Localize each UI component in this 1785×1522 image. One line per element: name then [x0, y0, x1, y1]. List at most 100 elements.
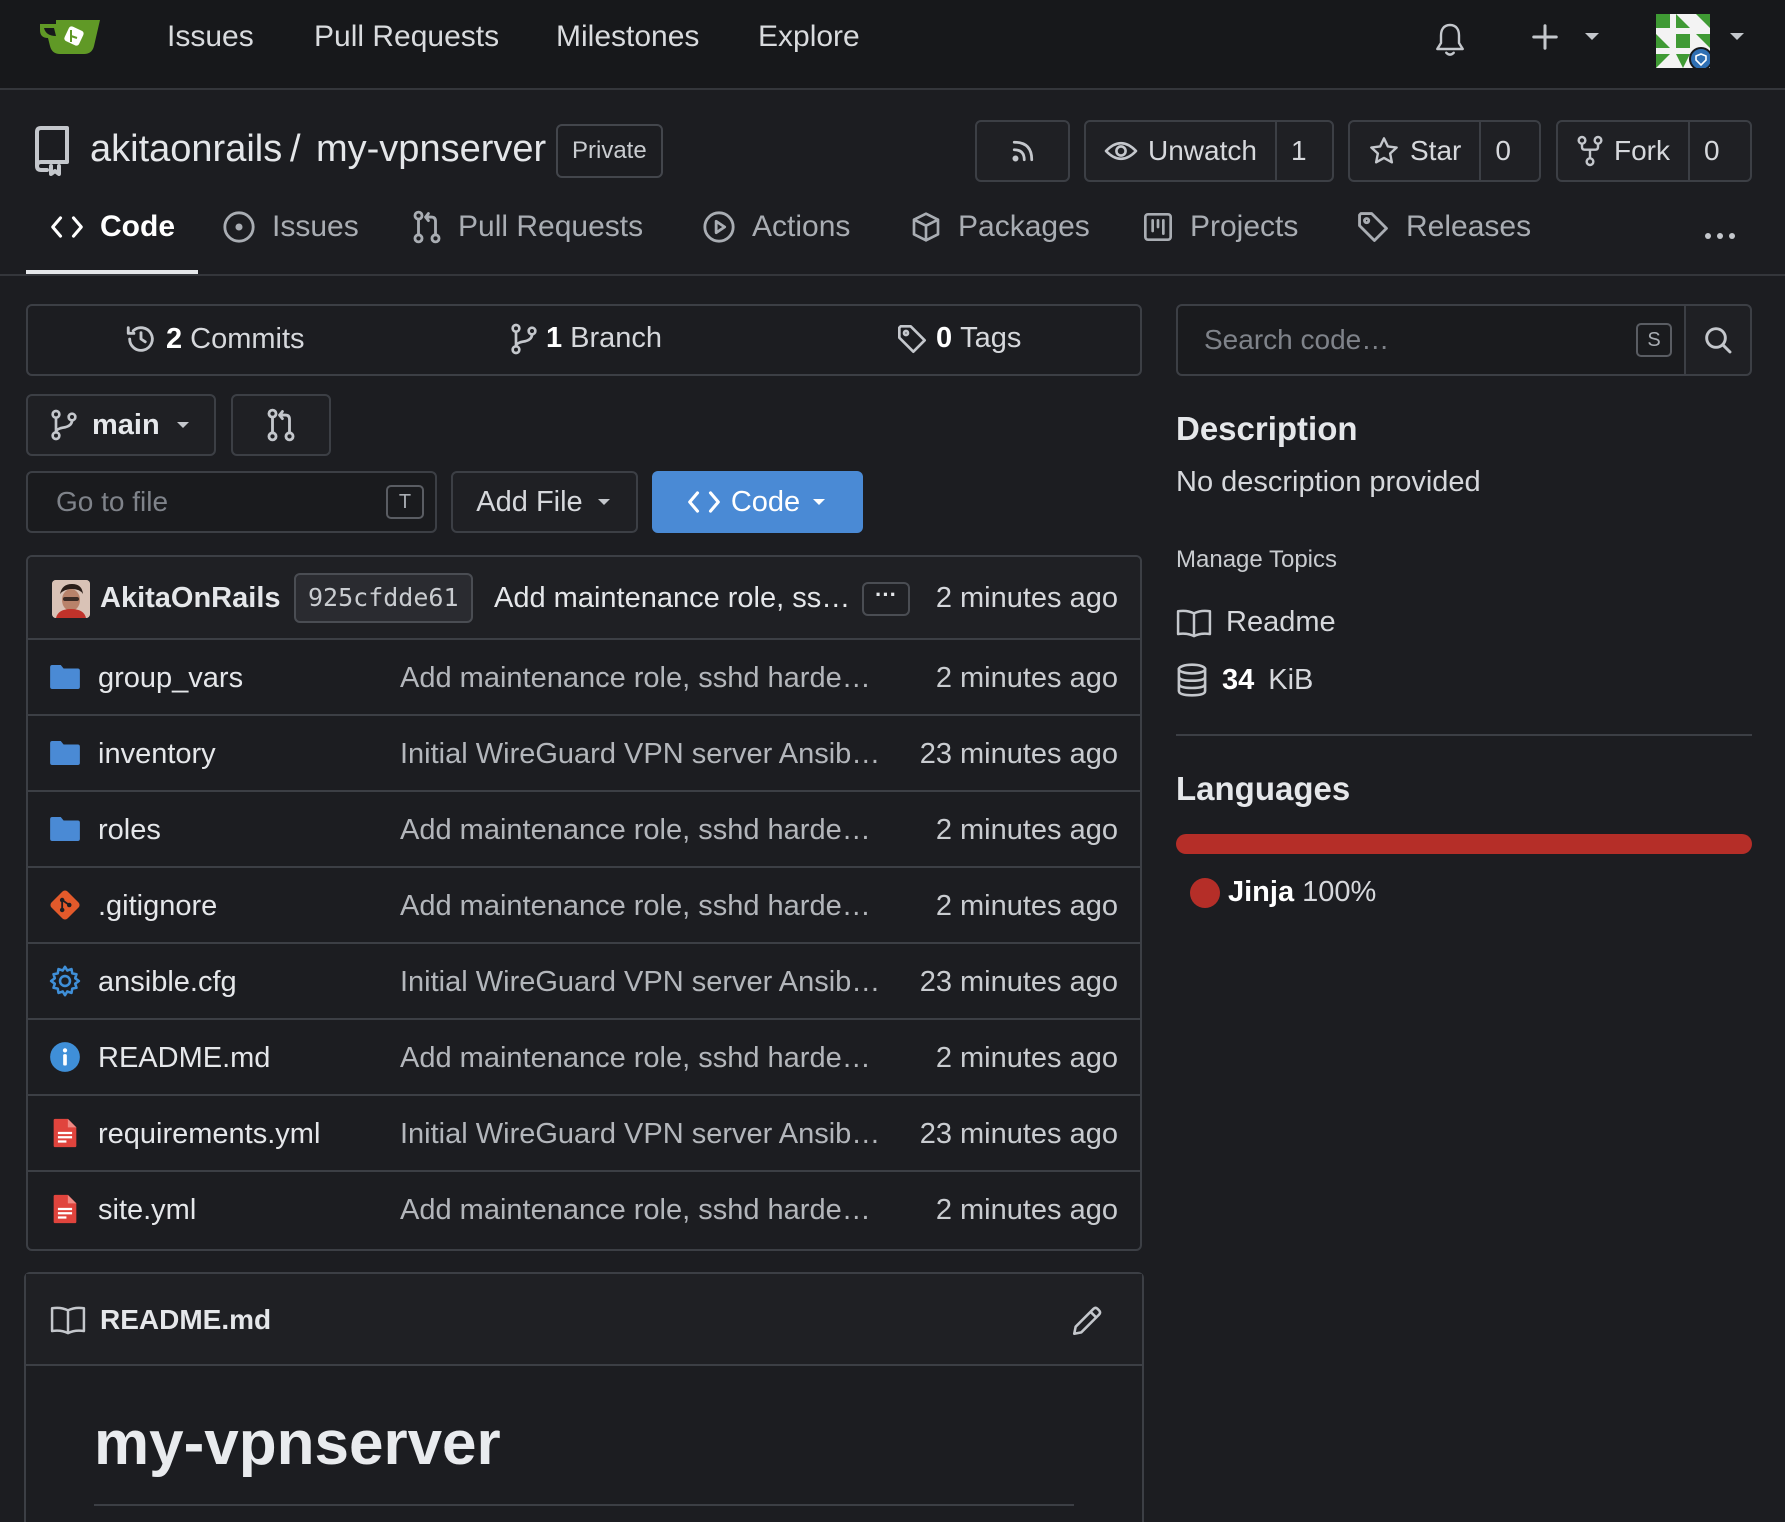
divider [1176, 734, 1752, 736]
repo-size-unit: KiB [1268, 663, 1314, 696]
file-row[interactable]: roles Add maintenance role, sshd harde… … [28, 792, 1140, 868]
pull-request-icon [266, 408, 296, 442]
notifications-bell-icon[interactable] [1432, 20, 1468, 60]
pencil-edit-icon[interactable] [1070, 1304, 1104, 1338]
tab-projects[interactable]: Projects [1142, 210, 1298, 244]
commit-author-avatar[interactable] [52, 580, 90, 618]
repo-name-link[interactable]: my-vpnserver [316, 128, 546, 171]
description-text: No description provided [1176, 466, 1481, 498]
file-row[interactable]: inventory Initial WireGuard VPN server A… [28, 716, 1140, 792]
unwatch-button[interactable]: Unwatch 1 [1084, 120, 1334, 182]
branch-selector[interactable]: main [26, 394, 216, 456]
file-commit-time: 23 minutes ago [919, 738, 1118, 770]
search-icon [1702, 324, 1734, 356]
commit-time: 2 minutes ago [935, 582, 1118, 614]
language-percent: 100% [1302, 876, 1377, 908]
tab-packages[interactable]: Packages [910, 210, 1090, 244]
tab-releases[interactable]: Releases [1356, 210, 1531, 244]
fork-button[interactable]: Fork 0 [1556, 120, 1752, 182]
user-avatar[interactable] [1656, 14, 1710, 68]
gitea-logo[interactable] [38, 16, 104, 60]
commit-expand-button[interactable]: ··· [862, 582, 910, 616]
file-commit-message[interactable]: Add maintenance role, sshd harde… [400, 814, 871, 847]
file-row[interactable]: ansible.cfg Initial WireGuard VPN server… [28, 944, 1140, 1020]
file-commit-message[interactable]: Add maintenance role, sshd harde… [400, 1194, 871, 1227]
search-button[interactable] [1684, 304, 1752, 376]
nav-link-pull-requests[interactable]: Pull Requests [314, 20, 499, 54]
create-plus-icon[interactable] [1530, 22, 1560, 52]
branches-link[interactable]: 1 Branch [510, 322, 662, 355]
star-count[interactable]: 0 [1479, 122, 1525, 180]
file-row[interactable]: group_vars Add maintenance role, sshd ha… [28, 640, 1140, 716]
fork-count[interactable]: 0 [1688, 122, 1734, 180]
chevron-down-icon[interactable] [1582, 30, 1602, 44]
tag-icon [1356, 210, 1390, 244]
language-color-dot [1190, 877, 1220, 908]
tab-code[interactable]: Code [50, 210, 175, 244]
file-commit-message[interactable]: Add maintenance role, sshd harde… [400, 890, 871, 923]
more-tabs-kebab-icon[interactable] [1700, 216, 1740, 256]
nav-link-issues[interactable]: Issues [167, 20, 254, 54]
readme-link[interactable]: Readme [1176, 606, 1336, 639]
file-row[interactable]: site.yml Add maintenance role, sshd hard… [28, 1172, 1140, 1248]
divider [94, 1504, 1074, 1506]
manage-topics-link[interactable]: Manage Topics [1176, 546, 1337, 574]
tab-actions[interactable]: Actions [702, 210, 850, 244]
file-commit-message[interactable]: Initial WireGuard VPN server Ansib… [400, 1118, 880, 1151]
folder-icon [48, 736, 82, 770]
description-heading: Description [1176, 410, 1358, 447]
file-name[interactable]: group_vars [98, 662, 243, 695]
file-row[interactable]: requirements.yml Initial WireGuard VPN s… [28, 1096, 1140, 1172]
commits-link[interactable]: 2 Commits [124, 322, 305, 356]
add-file-button[interactable]: Add File [451, 471, 638, 533]
search-code-input[interactable]: Search code… [1176, 304, 1686, 376]
nav-link-milestones[interactable]: Milestones [556, 20, 699, 54]
file-row[interactable]: .gitignore Add maintenance role, sshd ha… [28, 868, 1140, 944]
latest-commit-row: AkitaOnRails 925cfdde61 Add maintenance … [28, 557, 1140, 640]
tab-issues[interactable]: Issues [222, 210, 359, 244]
folder-icon [48, 812, 82, 846]
file-commit-message[interactable]: Add maintenance role, sshd harde… [400, 662, 871, 695]
commit-author-name[interactable]: AkitaOnRails [100, 582, 281, 615]
file-commit-message[interactable]: Initial WireGuard VPN server Ansib… [400, 966, 880, 999]
go-to-file-shortcut-key: T [386, 485, 424, 519]
tags-link[interactable]: 0 Tags [896, 322, 1021, 355]
commit-sha-link[interactable]: 925cfdde61 [294, 573, 473, 623]
file-commit-time: 2 minutes ago [935, 814, 1118, 846]
file-name[interactable]: .gitignore [98, 890, 217, 923]
commits-label: Commits [190, 322, 305, 355]
top-navbar: Issues Pull Requests Milestones Explore [0, 0, 1785, 90]
file-name[interactable]: roles [98, 814, 161, 847]
language-item: Jinja 100% [1190, 876, 1376, 909]
readme-file-link[interactable]: README.md [100, 1304, 271, 1336]
tags-count: 0 [936, 322, 953, 354]
file-name[interactable]: inventory [98, 738, 216, 771]
file-commit-time: 2 minutes ago [935, 662, 1118, 694]
file-list: AkitaOnRails 925cfdde61 Add maintenance … [26, 555, 1142, 1251]
file-name[interactable]: ansible.cfg [98, 966, 237, 999]
tab-label: Actions [752, 210, 851, 243]
chevron-down-icon [174, 419, 192, 431]
file-name[interactable]: README.md [98, 1042, 270, 1075]
tab-pull-requests[interactable]: Pull Requests [412, 210, 643, 244]
rss-feed-button[interactable] [975, 120, 1070, 182]
file-commit-message[interactable]: Add maintenance role, sshd harde… [400, 1042, 871, 1075]
code-clone-button[interactable]: Code [652, 471, 863, 533]
file-commit-message[interactable]: Initial WireGuard VPN server Ansib… [400, 738, 880, 771]
chevron-down-icon[interactable] [1727, 30, 1747, 44]
repo-owner-link[interactable]: akitaonrails [90, 128, 282, 171]
star-button[interactable]: Star 0 [1348, 120, 1541, 182]
go-to-file-input[interactable]: Go to file [26, 471, 437, 533]
database-icon [1176, 662, 1208, 698]
file-name[interactable]: requirements.yml [98, 1118, 320, 1151]
project-icon [1142, 211, 1174, 243]
eye-icon [1104, 138, 1138, 164]
commit-message[interactable]: Add maintenance role, ss… [494, 582, 850, 615]
watch-count[interactable]: 1 [1274, 122, 1321, 180]
nav-link-explore[interactable]: Explore [758, 20, 860, 54]
pull-request-icon [412, 210, 442, 244]
file-row[interactable]: README.md Add maintenance role, sshd har… [28, 1020, 1140, 1096]
file-name[interactable]: site.yml [98, 1194, 196, 1227]
book-icon [1176, 607, 1212, 639]
compare-button[interactable] [231, 394, 331, 456]
